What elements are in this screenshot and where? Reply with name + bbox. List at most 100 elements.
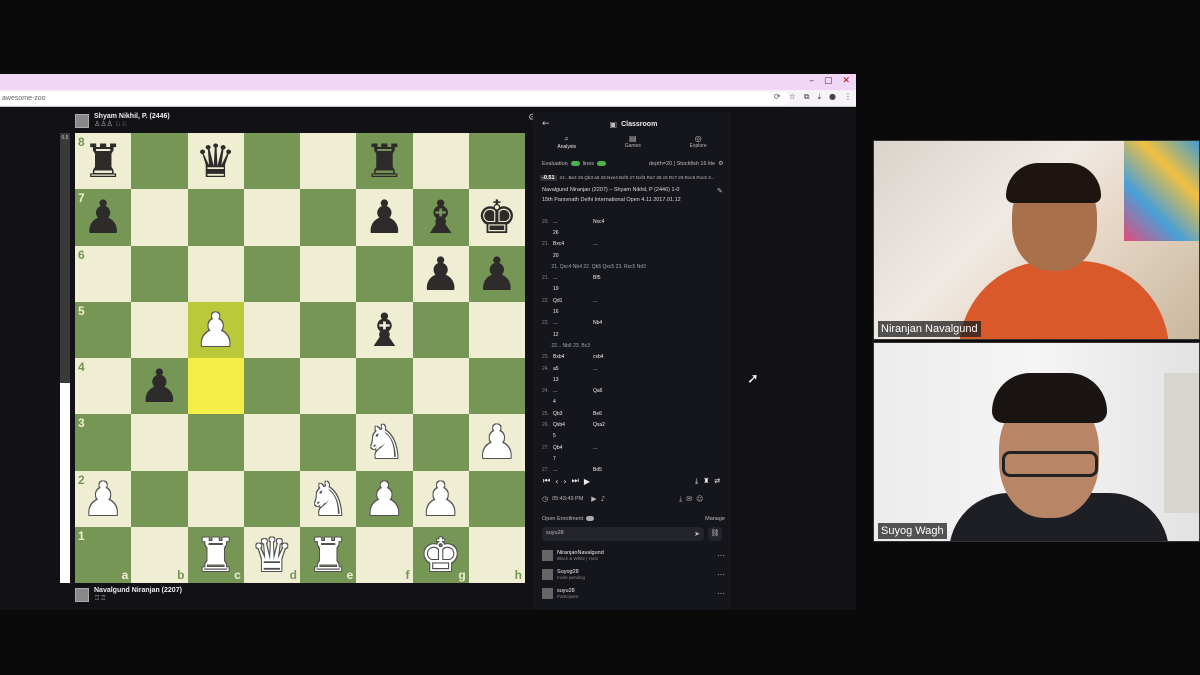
play-button[interactable]: ▶ bbox=[584, 477, 590, 486]
move-row[interactable]: 12 bbox=[533, 329, 731, 340]
square-g3[interactable] bbox=[412, 414, 469, 471]
move-row[interactable]: 23. Bxb4 cxb4 bbox=[533, 352, 731, 363]
white-move[interactable]: 22... Nb6 23. Bc3 bbox=[551, 343, 696, 349]
lines-toggle[interactable] bbox=[597, 161, 606, 166]
black-king-icon[interactable]: ♚ bbox=[476, 194, 517, 240]
white-move[interactable]: ... bbox=[553, 388, 593, 394]
move-row[interactable]: 27.... Bd5 bbox=[533, 465, 731, 474]
white-move[interactable]: 12 bbox=[553, 332, 593, 338]
minimize-button[interactable]: – bbox=[809, 76, 814, 86]
square-h8[interactable] bbox=[468, 133, 525, 190]
menu-icon[interactable]: ⋮ bbox=[844, 92, 852, 102]
white-move[interactable]: 4 bbox=[553, 399, 593, 405]
square-g6[interactable]: ♟ bbox=[412, 245, 469, 302]
white-rook-icon[interactable]: ♜ bbox=[308, 532, 349, 578]
white-move[interactable]: ... bbox=[553, 275, 593, 281]
maximize-button[interactable]: ▢ bbox=[824, 76, 833, 86]
square-a3[interactable]: 3 bbox=[75, 414, 132, 471]
square-b3[interactable] bbox=[131, 414, 188, 471]
star-icon[interactable]: ☆ bbox=[789, 92, 796, 102]
close-button[interactable]: ✕ bbox=[842, 76, 850, 86]
white-move[interactable]: ... bbox=[553, 467, 593, 473]
square-f1[interactable]: f bbox=[356, 526, 413, 583]
move-row[interactable]: 5 bbox=[533, 431, 731, 442]
square-h2[interactable] bbox=[468, 470, 525, 527]
white-move[interactable]: Qb3 bbox=[553, 411, 593, 417]
white-move[interactable]: Qb4 bbox=[553, 445, 593, 451]
black-move[interactable]: Nxc4 bbox=[593, 219, 633, 225]
square-b2[interactable] bbox=[131, 470, 188, 527]
share-icon[interactable]: ⇄ bbox=[714, 477, 720, 485]
move-row[interactable]: 21. Qxc4 Nb4 22. Qb5 Qxc5 23. Rxc5 Nd3 bbox=[533, 261, 731, 272]
black-rook-icon[interactable]: ♜ bbox=[83, 138, 124, 184]
first-move-button[interactable]: ⏮ bbox=[543, 476, 550, 486]
white-move[interactable]: Qd1 bbox=[553, 298, 593, 304]
back-arrow-icon[interactable]: ← bbox=[542, 119, 550, 129]
edit-icon[interactable]: ✎ bbox=[717, 187, 723, 195]
extensions-icon[interactable]: ⧉ bbox=[804, 92, 810, 102]
black-bishop-icon[interactable]: ♝ bbox=[420, 194, 461, 240]
square-c2[interactable] bbox=[187, 470, 244, 527]
square-h4[interactable] bbox=[468, 358, 525, 415]
square-b8[interactable] bbox=[131, 133, 188, 190]
more-options-icon[interactable]: ⋯ bbox=[717, 589, 725, 598]
white-move[interactable]: 13 bbox=[553, 377, 593, 383]
square-h3[interactable]: ♟ bbox=[468, 414, 525, 471]
tab-games[interactable]: ▤ Games bbox=[625, 134, 641, 152]
move-row[interactable]: 20 bbox=[533, 250, 731, 261]
white-move[interactable]: 19 bbox=[553, 286, 593, 292]
black-move[interactable]: Bf5 bbox=[593, 275, 633, 281]
participant-row[interactable]: NiranjanNavalgund Black & White | Host ⋯ bbox=[533, 546, 731, 565]
move-row[interactable]: 26 bbox=[533, 227, 731, 238]
square-e1[interactable]: e ♜ bbox=[300, 526, 357, 583]
square-f5[interactable]: ♝ bbox=[356, 301, 413, 358]
square-b1[interactable]: b bbox=[131, 526, 188, 583]
white-move[interactable]: Bxc4 bbox=[553, 241, 593, 247]
enrollment-toggle[interactable] bbox=[586, 516, 595, 521]
move-row[interactable]: 27. Qb4... bbox=[533, 442, 731, 453]
white-move[interactable]: 7 bbox=[553, 456, 593, 462]
move-row[interactable]: 20.... Nxc4 bbox=[533, 216, 731, 227]
square-g8[interactable] bbox=[412, 133, 469, 190]
move-row[interactable]: 13 bbox=[533, 374, 731, 385]
prev-move-button[interactable]: ‹ bbox=[555, 477, 558, 486]
move-row[interactable]: 22.... Nb4 bbox=[533, 318, 731, 329]
move-row[interactable]: 22... Nb6 23. Bc3 bbox=[533, 340, 731, 351]
white-move[interactable]: a5 bbox=[553, 366, 593, 372]
black-move[interactable]: Nb4 bbox=[593, 320, 633, 326]
white-move[interactable]: ... bbox=[553, 219, 593, 225]
square-h7[interactable]: ♚ bbox=[468, 189, 525, 246]
square-e7[interactable] bbox=[300, 189, 357, 246]
profile-icon[interactable]: ● bbox=[829, 92, 836, 102]
square-a2[interactable]: 2 ♟ bbox=[75, 470, 132, 527]
square-d7[interactable] bbox=[243, 189, 300, 246]
square-d2[interactable] bbox=[243, 470, 300, 527]
square-f7[interactable]: ♟ bbox=[356, 189, 413, 246]
black-move[interactable]: cxb4 bbox=[593, 354, 633, 360]
square-g4[interactable] bbox=[412, 358, 469, 415]
reload-icon[interactable]: ⟳ bbox=[774, 92, 781, 102]
square-c5[interactable]: ♟ bbox=[187, 301, 244, 358]
square-e6[interactable] bbox=[300, 245, 357, 302]
square-g1[interactable]: g ♚ bbox=[412, 526, 469, 583]
square-b6[interactable] bbox=[131, 245, 188, 302]
more-options-icon[interactable]: ⋯ bbox=[717, 551, 725, 560]
square-c6[interactable] bbox=[187, 245, 244, 302]
engine-settings-icon[interactable]: ⚙ bbox=[718, 160, 723, 167]
move-row[interactable]: 7 bbox=[533, 453, 731, 464]
square-d6[interactable] bbox=[243, 245, 300, 302]
white-move[interactable]: 16 bbox=[553, 309, 593, 315]
move-row[interactable]: 24.... Qa6 bbox=[533, 385, 731, 396]
black-queen-icon[interactable]: ♛ bbox=[195, 138, 236, 184]
move-row[interactable]: 21.... Bf5 bbox=[533, 272, 731, 283]
people-icon[interactable]: ☺ bbox=[696, 495, 703, 503]
white-move[interactable]: 20 bbox=[553, 253, 593, 259]
square-h6[interactable]: ♟ bbox=[468, 245, 525, 302]
black-move[interactable]: ... bbox=[593, 298, 633, 304]
black-move[interactable]: Qa6 bbox=[593, 388, 633, 394]
black-move[interactable]: Qxa2 bbox=[593, 422, 633, 428]
white-pawn-icon[interactable]: ♟ bbox=[420, 476, 461, 522]
white-pawn-icon[interactable]: ♟ bbox=[476, 419, 517, 465]
link-button[interactable]: ⛓ bbox=[708, 527, 722, 541]
black-move[interactable]: ... bbox=[593, 445, 633, 451]
